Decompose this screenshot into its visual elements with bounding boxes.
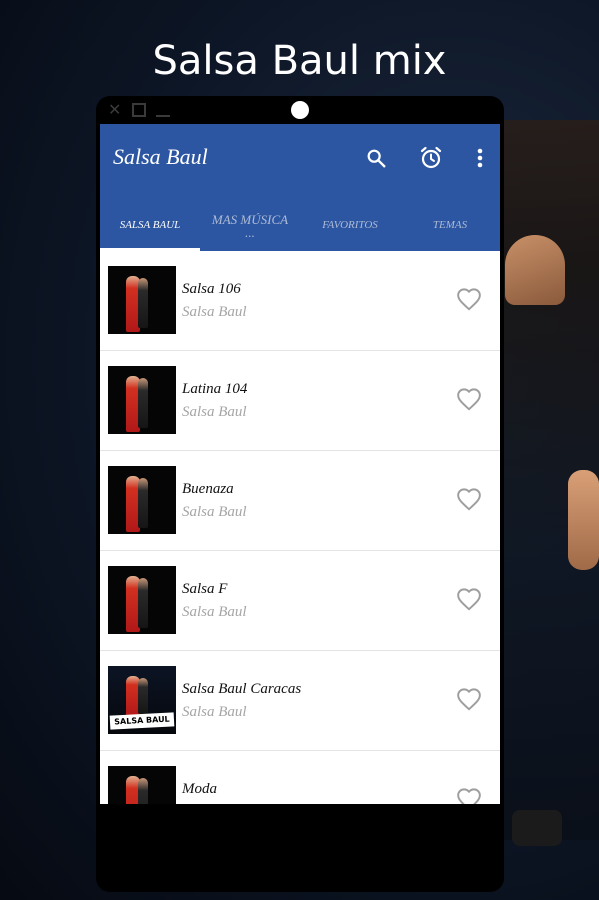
alarm-button[interactable] xyxy=(417,144,445,172)
station-item[interactable]: Salsa 106 Salsa Baul xyxy=(100,251,500,351)
promo-title: Salsa Baul mix xyxy=(152,38,447,84)
heart-icon[interactable] xyxy=(456,287,482,313)
station-subtitle: Salsa Baul xyxy=(182,604,247,620)
minimize-icon[interactable] xyxy=(156,107,170,117)
station-item[interactable]: Moda xyxy=(100,751,500,804)
station-item[interactable]: Buenaza Salsa Baul xyxy=(100,451,500,551)
thumbnail-banner: SALSA BAUL xyxy=(109,712,175,730)
tab-salsa-baul[interactable]: SALSA BAUL xyxy=(100,200,200,251)
search-button[interactable] xyxy=(362,144,390,172)
station-title: Salsa 106 xyxy=(182,281,241,297)
device-frame: ✕ Salsa Baul SALSA BAUL MAS MÚSICA ... F… xyxy=(96,96,504,892)
tab-favoritos[interactable]: FAVORITOS xyxy=(300,200,400,251)
app-bar: Salsa Baul SALSA BAUL MAS MÚSICA ... FAV… xyxy=(100,124,500,251)
station-title: Salsa Baul Caracas xyxy=(182,681,302,697)
maximize-icon[interactable] xyxy=(132,103,146,117)
station-subtitle: Salsa Baul xyxy=(182,704,247,720)
station-subtitle: Salsa Baul xyxy=(182,304,247,320)
station-title: Latina 104 xyxy=(182,381,248,397)
station-title: Buenaza xyxy=(182,481,234,497)
heart-icon[interactable] xyxy=(456,687,482,713)
background-dancer-hand xyxy=(568,470,599,570)
station-subtitle: Salsa Baul xyxy=(182,504,247,520)
station-subtitle: Salsa Baul xyxy=(182,404,247,420)
station-item[interactable]: SALSA BAUL Salsa Baul Caracas Salsa Baul xyxy=(100,651,500,751)
tab-bar: SALSA BAUL MAS MÚSICA ... FAVORITOS TEMA… xyxy=(100,200,500,251)
app-title: Salsa Baul xyxy=(113,144,208,169)
heart-icon[interactable] xyxy=(456,587,482,613)
tab-temas[interactable]: TEMAS xyxy=(400,200,500,251)
app-screen: Salsa Baul SALSA BAUL MAS MÚSICA ... FAV… xyxy=(100,124,500,804)
heart-icon[interactable] xyxy=(456,787,482,804)
station-item[interactable]: Latina 104 Salsa Baul xyxy=(100,351,500,451)
heart-icon[interactable] xyxy=(456,487,482,513)
station-item[interactable]: Salsa F Salsa Baul xyxy=(100,551,500,651)
close-icon[interactable]: ✕ xyxy=(108,102,122,118)
station-thumbnail xyxy=(108,766,176,804)
station-thumbnail xyxy=(108,466,176,534)
station-list: Salsa 106 Salsa Baul Latina 104 Salsa Ba… xyxy=(100,251,500,804)
overflow-menu-button[interactable] xyxy=(466,144,494,172)
station-thumbnail xyxy=(108,266,176,334)
station-title: Moda xyxy=(182,781,217,797)
background-dancer-shoe xyxy=(512,810,562,846)
station-thumbnail xyxy=(108,366,176,434)
station-title: Salsa F xyxy=(182,581,228,597)
heart-icon[interactable] xyxy=(456,387,482,413)
camera-dot xyxy=(291,101,309,119)
device-bottom-bezel xyxy=(100,804,500,888)
station-thumbnail xyxy=(108,566,176,634)
more-vert-icon xyxy=(477,148,483,168)
alarm-clock-icon xyxy=(420,146,442,169)
background-dancer-arm xyxy=(505,235,565,305)
tab-mas-musica[interactable]: MAS MÚSICA ... xyxy=(200,200,300,251)
station-thumbnail: SALSA BAUL xyxy=(108,666,176,734)
search-icon xyxy=(367,149,386,168)
